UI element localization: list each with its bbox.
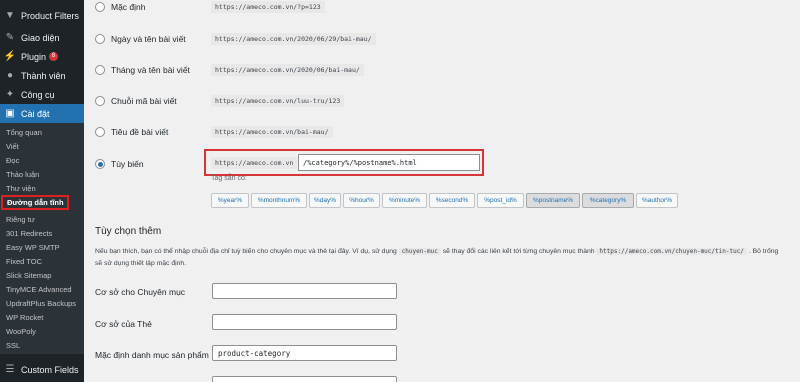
menu-item-custom-fields[interactable]: ☰ Custom Fields	[0, 360, 84, 379]
submenu-item-wp-rocket[interactable]: WP Rocket	[0, 310, 84, 325]
tag-day[interactable]: %day%	[309, 193, 341, 208]
custom-structure-input[interactable]: /%category%/%postname%.html	[298, 154, 480, 171]
submenu-item-writing[interactable]: Viết	[0, 139, 84, 154]
example-url-post-name: https://ameco.com.vn/bai-mau/	[211, 126, 333, 138]
desc-text: Nếu bạn thích, bạn có thể nhập chuỗi địa…	[95, 248, 397, 255]
example-url-month-name: https://ameco.com.vn/2020/06/bai-mau/	[211, 64, 364, 76]
tag-category[interactable]: %category%	[582, 193, 634, 208]
tag-year[interactable]: %year%	[211, 193, 249, 208]
submenu-item-privacy[interactable]: Riêng tư	[0, 212, 84, 227]
optional-heading: Tùy chọn thêm	[95, 226, 162, 237]
permalink-option-default[interactable]: Mặc định	[95, 0, 146, 14]
available-tags-label: Tag sẵn có:	[211, 175, 247, 182]
submenu-item-reading[interactable]: Đọc	[0, 153, 84, 168]
menu-label: Custom Fields	[21, 364, 79, 375]
menu-item-tools[interactable]: ✦ Công cụ	[0, 85, 84, 104]
main-content: Mặc định https://ameco.com.vn/?p=123 Ngà…	[84, 0, 800, 382]
admin-sidebar: ▼ Product Filters ✎ Giao diện ⚡ Plugin 8…	[0, 0, 84, 382]
example-url-numeric: https://ameco.com.vn/luu-tru/123	[211, 95, 345, 107]
category-base-label: Cơ sở cho Chuyên mục	[95, 287, 186, 297]
optional-description: Nếu bạn thích, bạn có thể nhập chuỗi địa…	[95, 246, 785, 270]
option-label: Tháng và tên bài viết	[111, 65, 190, 75]
option-label: Chuỗi mã bài viết	[111, 96, 177, 106]
tag-postname[interactable]: %postname%	[526, 193, 580, 208]
submenu-item-discussion[interactable]: Thảo luận	[0, 167, 84, 182]
menu-label: Cài đặt	[21, 108, 50, 119]
option-label: Mặc định	[111, 2, 146, 12]
menu-label: Giao diện	[21, 32, 60, 43]
menu-item-settings[interactable]: ▣ Cài đặt	[0, 104, 84, 123]
menu-label: Product Filters	[21, 10, 80, 21]
permalink-option-post-name[interactable]: Tiêu đề bài viết	[95, 125, 168, 139]
product-tag-base-input[interactable]	[212, 376, 397, 382]
menu-label: Công cụ	[21, 89, 55, 100]
submenu-item-slick-sitemap[interactable]: Slick Sitemap	[0, 268, 84, 283]
desc-text: sẽ thay đổi các liên kết tới từng chuyên…	[442, 248, 595, 255]
tag-hour[interactable]: %hour%	[343, 193, 380, 208]
submenu-item-301-redirects[interactable]: 301 Redirects	[0, 226, 84, 241]
permalink-option-numeric[interactable]: Chuỗi mã bài viết	[95, 94, 177, 108]
permalink-option-custom[interactable]: Tùy biến	[95, 157, 144, 171]
option-label: Tiêu đề bài viết	[111, 127, 169, 137]
settings-submenu: Tổng quan Viết Đọc Thảo luận Thư viện Đư…	[0, 123, 84, 354]
submenu-item-general[interactable]: Tổng quan	[0, 125, 84, 140]
update-count-badge: 8	[49, 52, 59, 61]
custom-fields-icon: ☰	[5, 364, 15, 375]
radio-month-name[interactable]	[95, 65, 105, 75]
option-label: Tùy biến	[111, 159, 144, 169]
tag-author[interactable]: %author%	[636, 193, 678, 208]
settings-icon: ▣	[5, 108, 15, 119]
tag-post-id[interactable]: %post_id%	[477, 193, 524, 208]
tag-base-input[interactable]	[212, 314, 397, 330]
menu-item-product-filters[interactable]: ▼ Product Filters	[0, 6, 84, 25]
filter-icon: ▼	[5, 10, 15, 21]
submenu-item-permalinks[interactable]: Đường dẫn tĩnh	[1, 195, 69, 210]
tag-second[interactable]: %second%	[429, 193, 475, 208]
tag-minute[interactable]: %minute%	[382, 193, 427, 208]
product-category-base-label: Mặc định danh mục sản phẩm	[95, 350, 209, 360]
menu-item-appearance[interactable]: ✎ Giao diện	[0, 28, 84, 47]
menu-label: Plugin	[21, 51, 47, 62]
permalink-option-day-name[interactable]: Ngày và tên bài viết	[95, 32, 186, 46]
tag-base-label: Cơ sở của Thẻ	[95, 319, 152, 329]
user-icon: ●	[6, 70, 14, 81]
permalink-option-month-name[interactable]: Tháng và tên bài viết	[95, 63, 190, 77]
submenu-item-easy-wp-smtp[interactable]: Easy WP SMTP	[0, 240, 84, 255]
desc-code-url: https://ameco.com.vn/chuyen-muc/tin-tuc/	[596, 248, 747, 255]
tag-monthnum[interactable]: %monthnum%	[251, 193, 307, 208]
wrench-icon: ✦	[5, 89, 15, 100]
brush-icon: ✎	[5, 32, 15, 43]
submenu-item-updraftplus[interactable]: UpdraftPlus Backups	[0, 296, 84, 311]
menu-item-plugins[interactable]: ⚡ Plugin 8	[0, 47, 84, 66]
product-category-base-input[interactable]: product-category	[212, 345, 397, 361]
submenu-item-ssl[interactable]: SSL	[0, 338, 84, 353]
menu-label: Thành viên	[21, 70, 66, 81]
radio-day-name[interactable]	[95, 34, 105, 44]
menu-item-users[interactable]: ● Thành viên	[0, 66, 84, 85]
radio-post-name[interactable]	[95, 127, 105, 137]
submenu-item-woopoly[interactable]: WooPoly	[0, 324, 84, 339]
example-url-day-name: https://ameco.com.vn/2020/06/29/bai-mau/	[211, 33, 376, 45]
plug-icon: ⚡	[3, 51, 17, 62]
desc-code-example: chuyen-muc	[398, 248, 441, 255]
submenu-item-media[interactable]: Thư viện	[0, 181, 84, 196]
custom-base-url: https://ameco.com.vn	[211, 157, 298, 169]
radio-numeric[interactable]	[95, 96, 105, 106]
option-label: Ngày và tên bài viết	[111, 34, 186, 44]
radio-custom[interactable]	[95, 159, 105, 169]
submenu-item-fixed-toc[interactable]: Fixed TOC	[0, 254, 84, 269]
custom-structure-highlight: https://ameco.com.vn /%category%/%postna…	[204, 149, 484, 176]
example-url-default: https://ameco.com.vn/?p=123	[211, 1, 325, 13]
submenu-item-tinymce-advanced[interactable]: TinyMCE Advanced	[0, 282, 84, 297]
category-base-input[interactable]	[212, 283, 397, 299]
radio-default[interactable]	[95, 2, 105, 12]
